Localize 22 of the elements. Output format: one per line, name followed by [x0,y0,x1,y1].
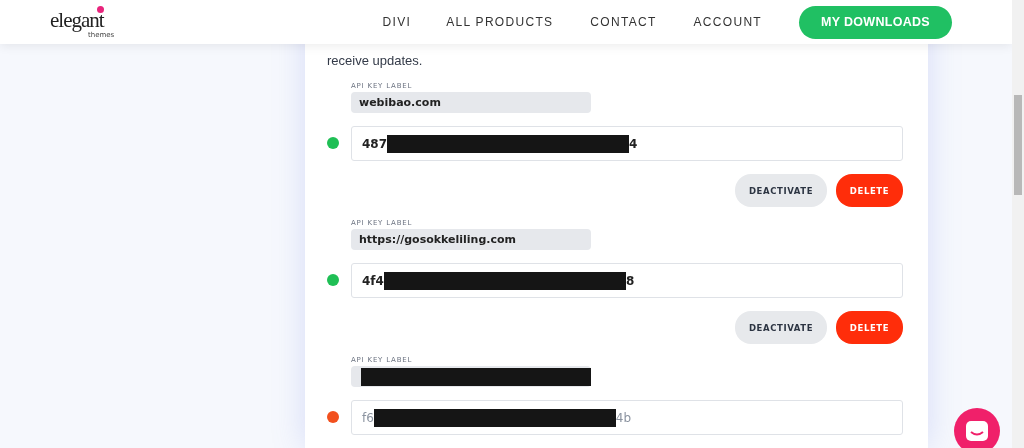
deactivate-button[interactable]: DEACTIVATE [735,174,827,207]
key-text: 4b [615,410,632,425]
key-field[interactable]: 4f4 8 [351,263,903,298]
nav-link[interactable]: ALL PRODUCTS [446,15,554,29]
deactivate-button[interactable]: DEACTIVATE [735,311,827,344]
chat-button[interactable] [954,408,1000,448]
key-text: 4 [629,136,638,151]
intro-text: receive updates. [327,52,423,70]
nav-link[interactable]: ACCOUNT [693,15,762,29]
key-text: 487 [362,136,388,151]
nav-link[interactable]: DIVI [382,15,412,29]
key-text: f6 [362,410,374,425]
delete-button[interactable]: DELETE [836,311,903,344]
label-field[interactable]: webibao.com [351,92,591,113]
label-field[interactable]: https://gosokkeliling.com [351,229,591,250]
key-text: 4f4 [362,273,384,288]
nav-link[interactable]: CONTACT [590,15,657,29]
key-field[interactable]: 487 4 [351,126,903,161]
chat-icon [965,420,989,442]
delete-button[interactable]: DELETE [836,174,903,207]
scrollbar-thumb[interactable] [1014,95,1022,195]
key-text: 8 [625,273,635,288]
